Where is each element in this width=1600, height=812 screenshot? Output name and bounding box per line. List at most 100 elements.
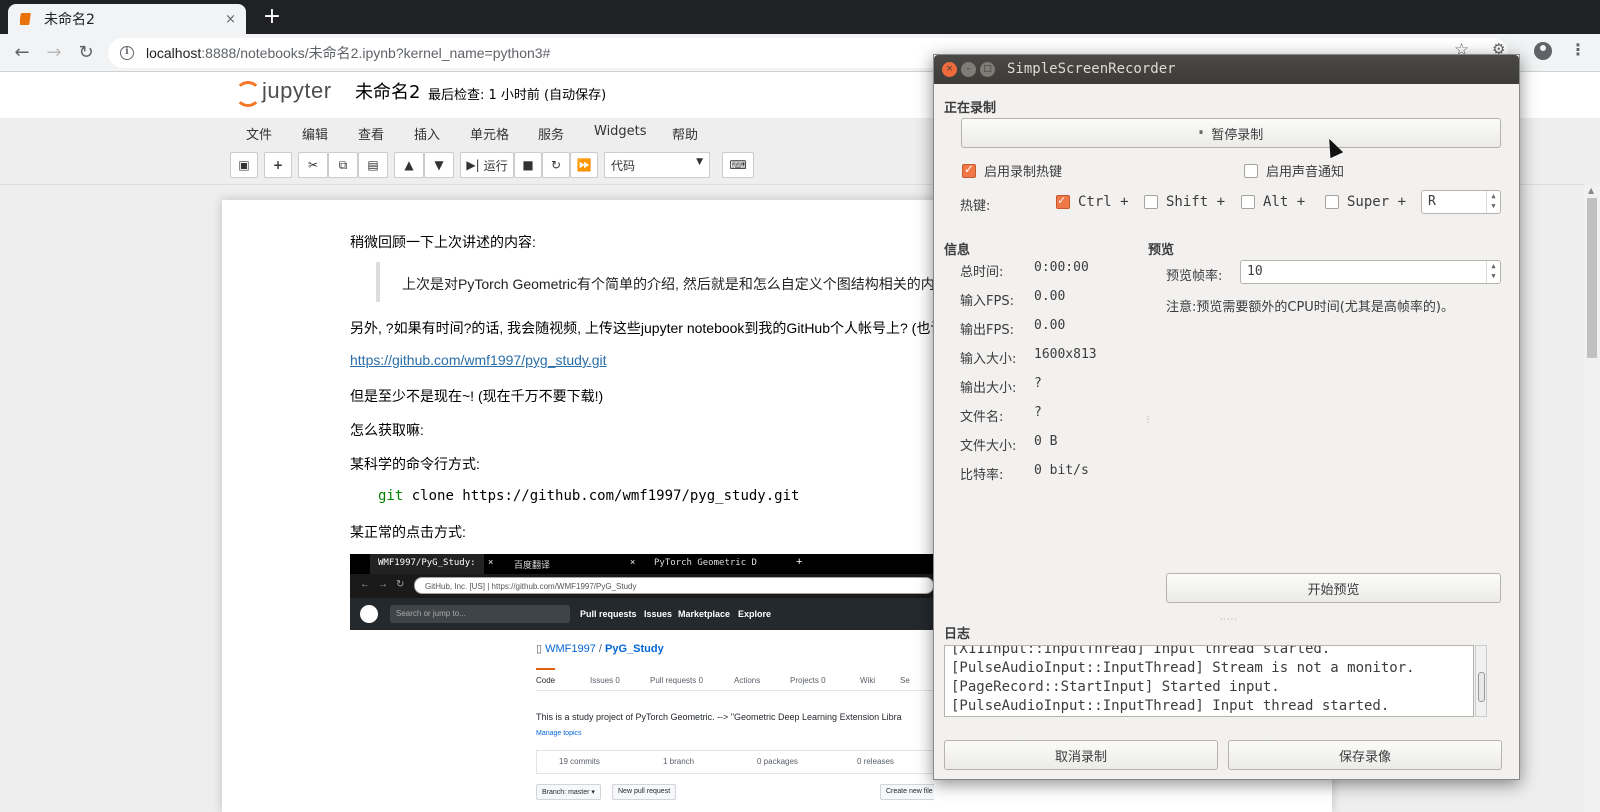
checkbox-unchecked-icon <box>1325 195 1339 209</box>
hotkey-key-value: R <box>1428 194 1436 209</box>
pane-splitter-handle[interactable]: ····· <box>1220 615 1238 624</box>
gh-stats-bar: 19 commits 1 branch 0 packages 0 release… <box>536 750 934 774</box>
window-maximize-icon[interactable]: □ <box>980 62 995 77</box>
gh-forward-icon: → <box>378 579 388 590</box>
menu-edit[interactable]: 编辑 <box>302 124 328 143</box>
repo-icon: ▯ <box>536 643 546 655</box>
save-recording-button[interactable]: 保存录像 <box>1228 740 1502 770</box>
gh-repo-tab: Code <box>536 668 556 685</box>
github-screenshot-image: WMF1997/PyG_Study: × 百度翻译 × PyTorch Geom… <box>350 554 934 812</box>
back-arrow-icon[interactable]: ← <box>10 41 34 65</box>
pause-recording-button[interactable]: ⏸ 暂停录制 <box>961 118 1501 148</box>
site-info-icon[interactable]: i <box>120 46 134 60</box>
log-output[interactable]: [X11Input::InputThread] Input thread sta… <box>944 645 1474 717</box>
gh-stat: 0 releases <box>857 757 894 766</box>
preview-fps-input[interactable]: 10 ▲ ▼ <box>1240 260 1501 284</box>
hotkey-key-select[interactable]: R ▲ ▼ <box>1421 190 1501 214</box>
tab-close-icon[interactable]: × <box>225 12 236 27</box>
info-value: 1600x813 <box>1034 347 1097 362</box>
cell-type-select[interactable]: 代码 ▼ <box>604 152 710 178</box>
reload-icon[interactable]: ↻ <box>74 41 98 65</box>
log-scrollbar-thumb[interactable] <box>1478 672 1485 702</box>
copy-icon[interactable]: ⧉ <box>328 152 358 178</box>
scrollbar-thumb[interactable] <box>1587 198 1597 358</box>
insert-cell-icon[interactable]: + <box>264 152 292 178</box>
url-text: localhost:8888/notebooks/未命名2.ipynb?kern… <box>146 45 551 61</box>
gh-browser-tabs: WMF1997/PyG_Study: × 百度翻译 × PyTorch Geom… <box>350 554 934 574</box>
gh-tab: PyTorch Geometric D <box>654 558 757 568</box>
menu-insert[interactable]: 插入 <box>414 124 440 143</box>
start-preview-button[interactable]: 开始预览 <box>1166 573 1501 603</box>
markdown-paragraph: 另外, ?如果有时间?的话, 我会随视频, 上传这些jupyter notebo… <box>350 320 945 336</box>
scroll-up-icon[interactable]: ▲ <box>1588 186 1594 195</box>
markdown-paragraph: 稍微回顾一下上次讲述的内容: <box>350 234 536 250</box>
new-tab-button[interactable]: + <box>258 4 286 30</box>
shift-checkbox[interactable]: Shift + <box>1144 194 1225 210</box>
shift-label: Shift + <box>1166 194 1226 210</box>
gh-manage-topics: Manage topics <box>536 730 582 737</box>
run-icon: ▶| <box>466 158 480 172</box>
browser-tabstrip: 未命名2 × + <box>0 0 1600 34</box>
gh-navbar: Search or jump to... Pull requests Issue… <box>350 598 934 630</box>
info-value: ? <box>1034 405 1042 420</box>
restart-icon[interactable]: ↻ <box>542 152 570 178</box>
menu-kernel[interactable]: 服务 <box>538 124 564 143</box>
forward-arrow-icon[interactable]: → <box>42 41 66 65</box>
log-scrollbar[interactable] <box>1475 645 1487 717</box>
page-scrollbar[interactable]: ▲ <box>1584 184 1600 812</box>
info-label: 总时间: <box>960 265 1004 280</box>
browser-tab[interactable]: 未命名2 × <box>8 4 246 34</box>
move-down-icon[interactable]: ▼ <box>424 152 454 178</box>
menu-view[interactable]: 查看 <box>358 124 384 143</box>
gh-repo-tab: Actions <box>734 676 761 685</box>
markdown-paragraph: 某科学的命令行方式: <box>350 456 480 472</box>
ctrl-checkbox[interactable]: Ctrl + <box>1056 193 1129 210</box>
window-minimize-icon[interactable]: – <box>961 62 976 77</box>
run-button[interactable]: ▶| 运行 <box>460 152 514 178</box>
menu-file[interactable]: 文件 <box>246 124 272 143</box>
cut-icon[interactable]: ✂ <box>298 152 328 178</box>
window-close-icon[interactable]: × <box>942 62 957 77</box>
stop-icon[interactable]: ■ <box>514 152 542 178</box>
info-value: 0 B <box>1034 434 1058 449</box>
pane-splitter-handle[interactable]: ⋮ <box>1144 415 1152 424</box>
ctrl-label: Ctrl + <box>1078 194 1129 210</box>
gh-stat: 19 commits <box>559 757 600 766</box>
browser-menu-icon[interactable]: ⋮ <box>1570 40 1586 59</box>
sound-notification-checkbox[interactable]: 启用声音通知 <box>1244 161 1344 180</box>
checkbox-unchecked-icon <box>1244 163 1258 178</box>
jupyter-logo[interactable]: jupyter <box>234 78 332 107</box>
info-value: 0 bit/s <box>1034 463 1089 478</box>
notebook-name[interactable]: 未命名2 <box>355 78 420 104</box>
save-icon[interactable]: ▣ <box>230 152 258 178</box>
keyboard-icon[interactable]: ⌨ <box>722 152 754 178</box>
cancel-recording-button[interactable]: 取消录制 <box>944 740 1218 770</box>
menu-help[interactable]: 帮助 <box>672 124 698 143</box>
gh-description: This is a study project of PyTorch Geome… <box>536 712 902 722</box>
gh-new-tab-icon: + <box>796 556 803 568</box>
gh-tab: WMF1997/PyG_Study: <box>370 554 484 574</box>
code-command: clone https://github.com/wmf1997/pyg_stu… <box>403 488 800 504</box>
gh-nav-link: Pull requests <box>580 609 637 619</box>
move-up-icon[interactable]: ▲ <box>394 152 424 178</box>
blockquote: 上次是对PyTorch Geometric有个简单的介绍, 然后就是和怎么自定义… <box>376 262 936 302</box>
gh-tab-close-icon: × <box>630 557 636 567</box>
gh-tab: 百度翻译 <box>514 561 551 571</box>
preview-fps-label: 预览帧率: <box>1166 269 1223 284</box>
menu-cell[interactable]: 单元格 <box>470 124 509 143</box>
gh-repo-owner: WMF1997 <box>545 643 596 655</box>
paste-icon[interactable]: ▤ <box>358 152 388 178</box>
enable-hotkey-checkbox[interactable]: 启用录制热键 <box>962 161 1062 180</box>
info-label: 输入FPS: <box>960 294 1014 309</box>
restart-run-all-icon[interactable]: ⏩ <box>570 152 598 178</box>
cell-type-value: 代码 <box>611 159 636 173</box>
super-checkbox[interactable]: Super + <box>1325 194 1406 210</box>
run-label: 运行 <box>483 158 508 173</box>
gh-tab-close-icon: × <box>488 557 494 567</box>
alt-checkbox[interactable]: Alt + <box>1241 194 1305 210</box>
recorder-titlebar[interactable]: × – □ SimpleScreenRecorder <box>934 55 1519 84</box>
menu-widgets[interactable]: Widgets <box>594 124 647 139</box>
gh-button: New pull request <box>612 784 677 800</box>
profile-avatar-icon[interactable] <box>1534 42 1552 60</box>
github-link[interactable]: https://github.com/wmf1997/pyg_study.git <box>350 352 607 368</box>
